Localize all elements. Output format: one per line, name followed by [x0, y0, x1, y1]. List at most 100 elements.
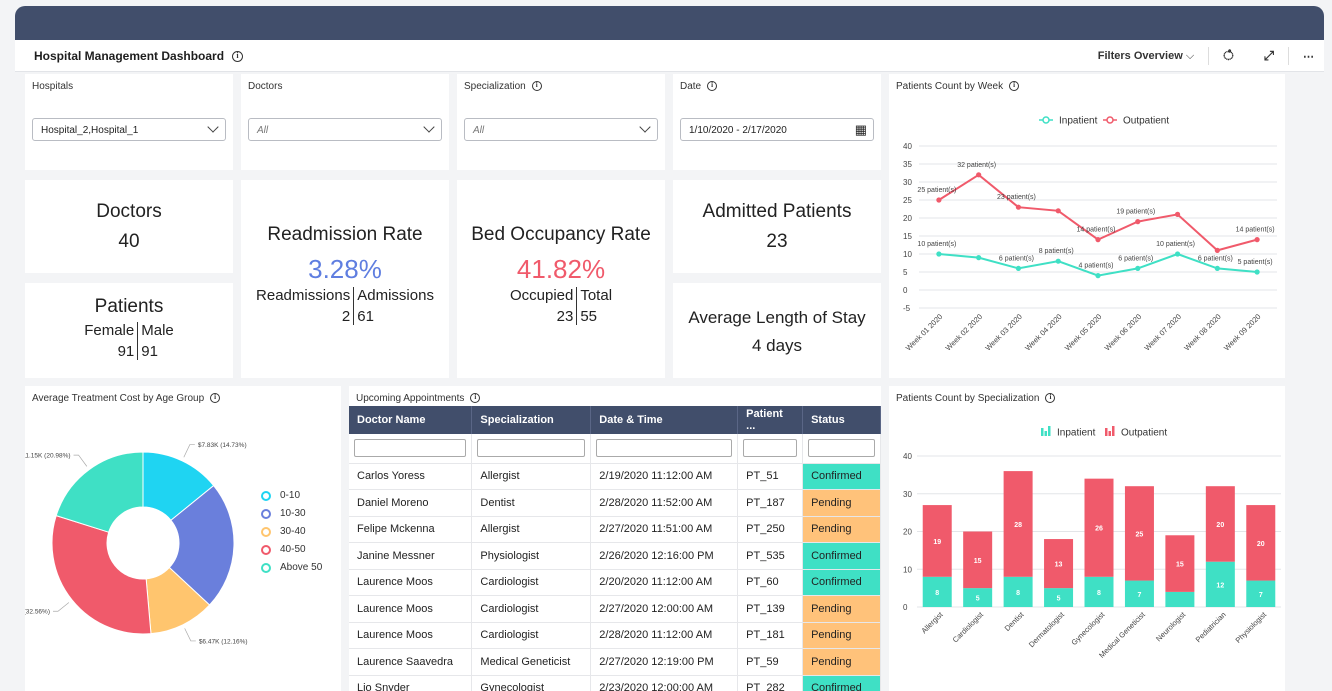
more-icon[interactable]: ⋯ — [1303, 50, 1314, 63]
x-tick-label: Week 03 2020 — [983, 312, 1023, 352]
table-row[interactable]: Laurence Moos Cardiologist 2/28/2020 11:12… — [349, 622, 881, 649]
appointments-table: Doctor Name Specialization Date & Time Pati… — [349, 406, 881, 691]
y-tick-label: 20 — [903, 214, 912, 223]
male-label: Male — [141, 322, 174, 339]
legend-item[interactable]: 40-50 — [261, 544, 322, 555]
status-badge: Confirmed — [802, 675, 881, 691]
column-filter-input[interactable] — [596, 439, 733, 458]
table-row[interactable]: Laurence Saavedra Medical Geneticist 2/27/… — [349, 648, 881, 676]
data-point[interactable] — [1015, 265, 1022, 271]
legend-label[interactable]: Outpatient — [1121, 428, 1167, 439]
pie-slice[interactable] — [55, 451, 144, 533]
table-row[interactable]: Felipe Mckenna Allergist 2/27/2020 11:51:0… — [349, 516, 881, 543]
doctors-kpi-card: Doctors 40 — [25, 180, 233, 273]
legend-label[interactable]: Outpatient — [1123, 116, 1169, 127]
table-row[interactable]: Carlos Yoress Allergist 2/19/2020 11:12:00… — [349, 463, 881, 490]
bar-inpatient[interactable] — [1165, 591, 1195, 607]
column-header[interactable]: Patient ... — [737, 406, 804, 434]
info-icon[interactable]: i — [531, 81, 542, 92]
occupied-column: Occupied 23 — [507, 287, 578, 325]
data-point[interactable] — [1055, 208, 1061, 214]
data-point[interactable] — [1174, 251, 1181, 257]
column-filter-input[interactable] — [808, 439, 875, 458]
doctors-filter-panel: Doctors All — [241, 74, 449, 170]
table-row[interactable]: Laurence Moos Cardiologist 2/20/2020 11:12… — [349, 569, 881, 596]
legend-bar-icon — [1041, 426, 1051, 436]
legend-item[interactable]: 10-30 — [261, 508, 322, 519]
column-filter-input[interactable] — [354, 439, 467, 458]
table-cell: PT_59 — [737, 648, 804, 676]
table-header-row: Doctor Name Specialization Date & Time Pati… — [349, 406, 881, 434]
x-tick-label: Pediatrician — [1194, 610, 1228, 644]
legend-item[interactable]: 0-10 — [261, 490, 322, 501]
data-point[interactable] — [1015, 204, 1022, 210]
info-icon[interactable]: i — [232, 51, 244, 63]
specialization-dropdown[interactable]: All — [464, 118, 658, 141]
data-point[interactable] — [1095, 273, 1101, 279]
data-point[interactable] — [1135, 265, 1141, 271]
calendar-icon[interactable]: ▦ — [855, 122, 867, 138]
data-point[interactable] — [936, 197, 942, 203]
admitted-patients-kpi-value: 23 — [766, 231, 788, 252]
bar-label: 19 — [933, 539, 941, 546]
info-icon[interactable]: i — [707, 81, 718, 92]
patients-gender-split: Female 91 Male 91 — [25, 322, 233, 360]
legend-label[interactable]: Inpatient — [1057, 428, 1096, 439]
weekly-line-chart: -5 0 5 10 15 20 25 30 35 40 Week 01 2020 Week 02 20… — [903, 116, 1277, 353]
readmission-kpi-card: Readmission Rate 3.28% Readmissions 2 Adm… — [241, 180, 449, 378]
hospitals-dropdown[interactable]: Hospital_2,Hospital_1 — [32, 118, 226, 141]
glasses-icon[interactable]: ഀ — [1223, 48, 1233, 64]
status-badge: Confirmed — [802, 569, 881, 596]
y-tick-label: 30 — [903, 178, 912, 187]
table-cell: Allergist — [471, 516, 592, 543]
column-header[interactable]: Doctor Name — [349, 406, 473, 434]
data-point[interactable] — [1174, 211, 1181, 217]
info-icon[interactable]: i — [470, 393, 481, 404]
column-filter-input[interactable] — [477, 439, 586, 458]
table-cell: Cardiologist — [471, 622, 592, 649]
data-point[interactable] — [1214, 247, 1220, 253]
data-point[interactable] — [1214, 265, 1220, 271]
table-row[interactable]: Lio Snyder Gynecologist 2/23/2020 12:00:00… — [349, 675, 881, 691]
legend-marker — [261, 508, 271, 519]
x-tick-label: Dermatologist — [1027, 609, 1067, 649]
legend-item[interactable]: Above 50 — [261, 562, 322, 573]
legend-marker — [1105, 428, 1108, 436]
pie-slice[interactable] — [51, 515, 152, 635]
date-range-picker[interactable]: 1/10/2020 - 2/17/2020 ▦ — [680, 118, 874, 141]
admitted-patients-kpi-title: Admitted Patients — [702, 201, 852, 222]
table-row[interactable]: Daniel Moreno Dentist 2/28/2020 11:52:00 A… — [349, 489, 881, 517]
filter-cell — [737, 434, 804, 464]
data-point[interactable] — [976, 255, 982, 261]
data-point[interactable] — [1135, 219, 1141, 225]
data-label: 10 patient(s) — [917, 241, 956, 248]
table-row[interactable]: Janine Messner Physiologist 2/26/2020 12:1… — [349, 542, 881, 570]
data-point[interactable] — [976, 172, 982, 178]
expand-icon[interactable]: ⤢ — [1264, 48, 1274, 64]
data-point[interactable] — [1254, 237, 1260, 243]
filters-overview-button[interactable]: Filters Overview ⌵ — [1098, 50, 1194, 63]
doctors-dropdown[interactable]: All — [248, 118, 442, 141]
column-filter-input[interactable] — [743, 439, 798, 458]
legend-label[interactable]: Inpatient — [1059, 116, 1098, 127]
table-cell: PT_187 — [737, 489, 804, 517]
readmission-split: Readmissions 2 Admissions 61 — [241, 287, 449, 325]
divider — [1208, 47, 1210, 65]
data-point[interactable] — [1055, 258, 1061, 264]
doctors-dropdown-placeholder: All — [257, 125, 269, 136]
legend-item[interactable]: 30-40 — [261, 526, 322, 537]
legend-marker — [261, 544, 271, 555]
bar-label: 8 — [1097, 590, 1101, 597]
x-tick-label: Week 07 2020 — [1142, 312, 1182, 352]
column-header[interactable]: Specialization — [471, 406, 592, 434]
data-point[interactable] — [1095, 237, 1101, 243]
bed-occupancy-split: Occupied 23 Total 55 — [457, 287, 665, 325]
x-tick-label: Week 05 2020 — [1063, 312, 1103, 352]
data-point[interactable] — [936, 251, 942, 257]
table-row[interactable]: Laurence Moos Cardiologist 2/27/2020 12:00… — [349, 595, 881, 623]
column-header[interactable]: Date & Time — [590, 406, 739, 434]
data-point[interactable] — [1254, 269, 1260, 275]
table-cell: Janine Messner — [349, 542, 473, 570]
column-header[interactable]: Status — [802, 406, 881, 434]
doctors-kpi-title: Doctors — [96, 201, 162, 222]
